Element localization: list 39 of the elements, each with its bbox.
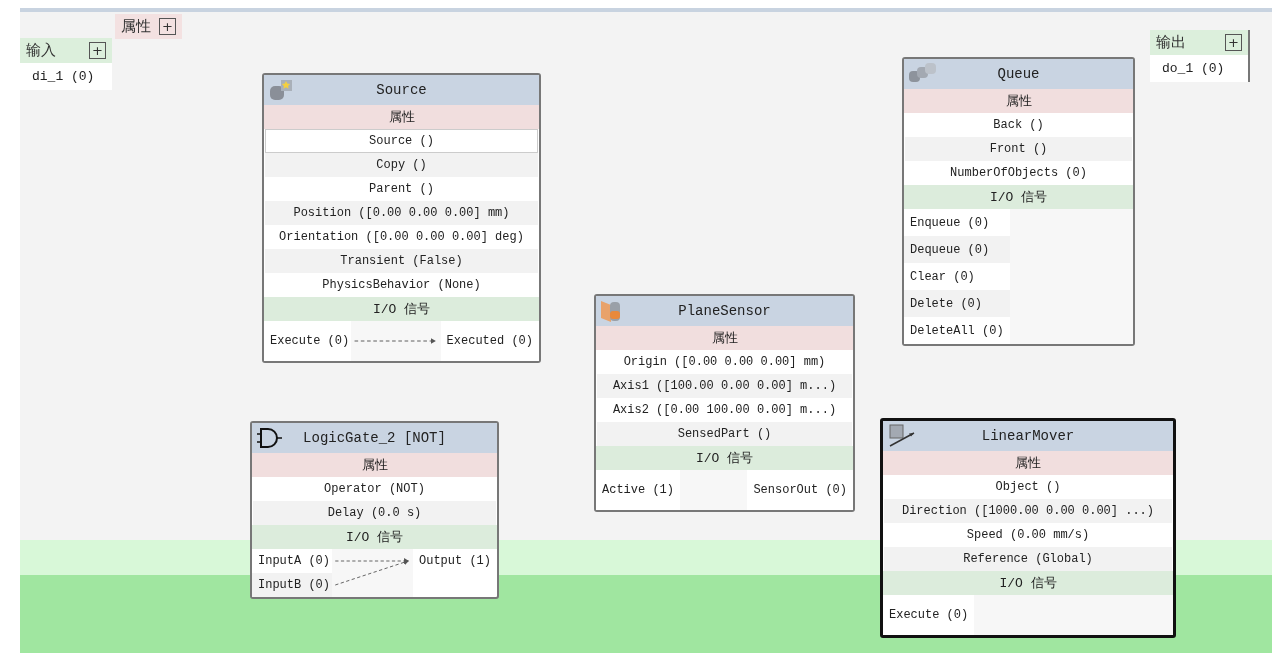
property-row[interactable]: Delay (0.0 s) [253, 501, 496, 525]
section-header: 属性 [904, 89, 1133, 113]
output-signal[interactable]: do_1 (0) [1150, 55, 1248, 82]
property-row[interactable]: Direction ([1000.00 0.00 0.00] ...) [884, 499, 1172, 523]
add-button[interactable]: + [1225, 34, 1242, 51]
section-header: 属性 [596, 326, 853, 350]
section-header: 属性 [264, 105, 539, 129]
node-title-text: Queue [997, 66, 1040, 82]
add-button[interactable]: + [89, 42, 106, 59]
header-label: 输入 [26, 41, 56, 60]
signal-input[interactable]: InputB (0) [252, 573, 332, 597]
add-button[interactable]: + [159, 18, 176, 35]
section-header: I/O 信号 [264, 297, 539, 321]
section-header: 属性 [252, 453, 497, 477]
property-row[interactable]: Front () [905, 137, 1132, 161]
header-label: 输出 [1156, 33, 1186, 52]
signal-input[interactable]: Dequeue (0) [904, 236, 1010, 263]
property-row[interactable]: Reference (Global) [884, 547, 1172, 571]
section-header: I/O 信号 [904, 185, 1133, 209]
header-label: 属性 [121, 17, 151, 36]
node-title-text: LogicGate_2 [NOT] [303, 430, 446, 446]
signal-input[interactable]: Delete (0) [904, 290, 1010, 317]
cube-arrow-icon [887, 424, 917, 448]
property-row[interactable]: Source () [265, 129, 538, 153]
input-signal[interactable]: di_1 (0) [20, 63, 112, 90]
node-title-text: Source [376, 82, 427, 98]
property-row[interactable]: Position ([0.00 0.00 0.00] mm) [265, 201, 538, 225]
section-header: I/O 信号 [252, 525, 497, 549]
cubes-icon [908, 62, 938, 84]
property-row[interactable]: Transient (False) [265, 249, 538, 273]
node-title-text: LinearMover [981, 428, 1075, 444]
node-title-text: PlaneSensor [678, 303, 771, 319]
property-row[interactable]: Copy () [265, 153, 538, 177]
section-header: I/O 信号 [596, 446, 853, 470]
property-row[interactable]: SensedPart () [597, 422, 852, 446]
property-row[interactable]: Axis1 ([100.00 0.00 0.00] m...) [597, 374, 852, 398]
section-header: 属性 [883, 451, 1173, 475]
logic-gate-icon [256, 426, 284, 450]
section-header: I/O 信号 [883, 571, 1173, 595]
